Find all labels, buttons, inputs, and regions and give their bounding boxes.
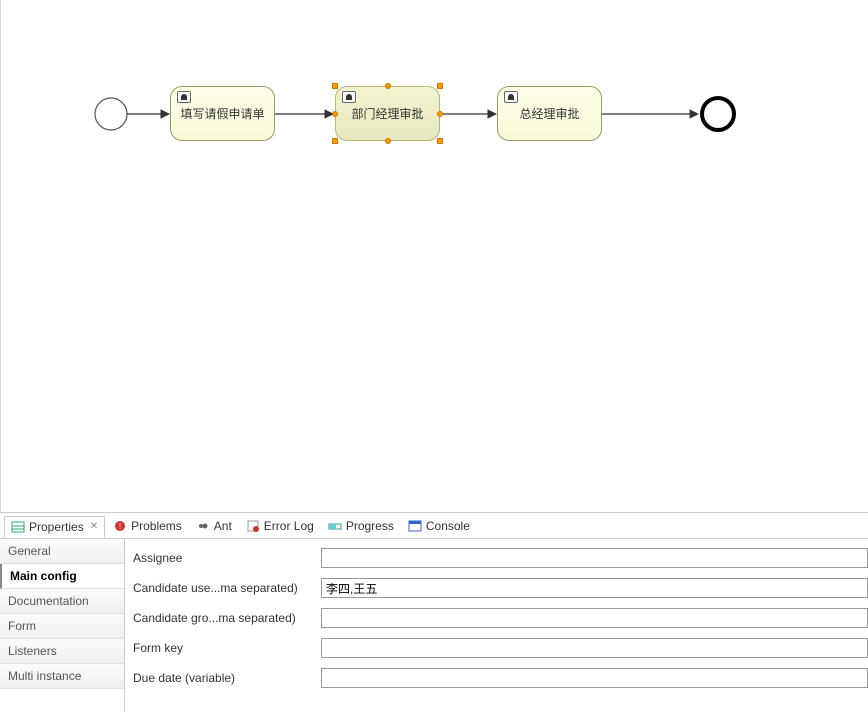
label-form-key: Form key xyxy=(133,641,313,655)
user-task-icon xyxy=(342,91,356,103)
view-tabstrip: Properties ✕ ! Problems Ant Error Log P xyxy=(0,513,868,539)
user-task-icon xyxy=(504,91,518,103)
input-assignee[interactable] xyxy=(321,548,868,568)
side-tab-listeners[interactable]: Listeners xyxy=(0,639,124,664)
properties-body: General Main config Documentation Form L… xyxy=(0,539,868,712)
resize-handle-s[interactable] xyxy=(385,138,391,144)
input-form-key[interactable] xyxy=(321,638,868,658)
input-due-date[interactable] xyxy=(321,668,868,688)
start-event[interactable] xyxy=(95,98,127,130)
bottom-panel: Properties ✕ ! Problems Ant Error Log P xyxy=(0,512,868,711)
resize-handle-se[interactable] xyxy=(437,138,443,144)
properties-side-tabs: General Main config Documentation Form L… xyxy=(0,539,125,712)
tab-label: Console xyxy=(426,519,470,533)
close-icon[interactable]: ✕ xyxy=(90,521,98,532)
resize-handle-n[interactable] xyxy=(385,83,391,89)
side-tab-multi-instance[interactable]: Multi instance xyxy=(0,664,124,689)
input-candidate-users[interactable] xyxy=(321,578,868,598)
properties-form: Assignee Candidate use...ma separated) C… xyxy=(125,539,868,712)
task-fill-leave-form[interactable]: 填写请假申请单 xyxy=(170,86,275,141)
side-tab-documentation[interactable]: Documentation xyxy=(0,589,124,614)
diagram-canvas[interactable]: 填写请假申请单 部门经理审批 总经理审批 xyxy=(0,0,868,512)
user-task-icon xyxy=(177,91,191,103)
task-dept-manager-approve[interactable]: 部门经理审批 xyxy=(335,86,440,141)
label-candidate-groups: Candidate gro...ma separated) xyxy=(133,611,313,625)
tab-ant[interactable]: Ant xyxy=(190,516,238,536)
ant-icon xyxy=(196,519,210,533)
error-log-icon xyxy=(246,519,260,533)
flow-svg xyxy=(1,0,868,512)
label-candidate-users: Candidate use...ma separated) xyxy=(133,581,313,595)
label-assignee: Assignee xyxy=(133,551,313,565)
task-label: 总经理审批 xyxy=(519,105,579,122)
resize-handle-w[interactable] xyxy=(332,111,338,117)
tab-problems[interactable]: ! Problems xyxy=(107,516,188,536)
side-tab-main-config[interactable]: Main config xyxy=(0,564,124,589)
tab-progress[interactable]: Progress xyxy=(322,516,400,536)
properties-icon xyxy=(11,520,25,534)
side-tab-form[interactable]: Form xyxy=(0,614,124,639)
svg-text:!: ! xyxy=(119,522,121,531)
resize-handle-sw[interactable] xyxy=(332,138,338,144)
tab-console[interactable]: Console xyxy=(402,516,476,536)
end-event[interactable] xyxy=(702,98,734,130)
progress-icon xyxy=(328,519,342,533)
resize-handle-ne[interactable] xyxy=(437,83,443,89)
task-label: 部门经理审批 xyxy=(351,105,423,122)
tab-label: Properties xyxy=(29,520,84,534)
task-label: 填写请假申请单 xyxy=(180,105,264,122)
label-due-date: Due date (variable) xyxy=(133,671,313,685)
task-general-manager-approve[interactable]: 总经理审批 xyxy=(497,86,602,141)
input-candidate-groups[interactable] xyxy=(321,608,868,628)
tab-label: Problems xyxy=(131,519,182,533)
problems-icon: ! xyxy=(113,519,127,533)
tab-label: Ant xyxy=(214,519,232,533)
tab-label: Progress xyxy=(346,519,394,533)
console-icon xyxy=(408,519,422,533)
resize-handle-nw[interactable] xyxy=(332,83,338,89)
side-tab-general[interactable]: General xyxy=(0,539,124,564)
tab-error-log[interactable]: Error Log xyxy=(240,516,320,536)
tab-properties[interactable]: Properties ✕ xyxy=(4,516,105,538)
tab-label: Error Log xyxy=(264,519,314,533)
resize-handle-e[interactable] xyxy=(437,111,443,117)
